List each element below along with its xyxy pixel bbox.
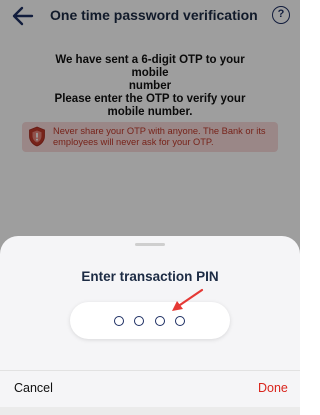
bottom-safe-area xyxy=(0,407,300,415)
transaction-pin-sheet: Enter transaction PIN Cancel Done xyxy=(0,236,300,415)
sheet-title: Enter transaction PIN xyxy=(81,269,219,284)
pin-digit-dot xyxy=(134,316,144,326)
pin-digit-dot xyxy=(175,316,185,326)
pin-digit-dot xyxy=(114,316,124,326)
pin-digit-dot xyxy=(155,316,165,326)
cancel-button[interactable]: Cancel xyxy=(14,381,53,395)
done-button[interactable]: Done xyxy=(258,381,288,395)
drag-handle[interactable] xyxy=(135,243,165,246)
red-pointer-arrow-icon xyxy=(168,287,208,317)
divider xyxy=(0,370,300,371)
